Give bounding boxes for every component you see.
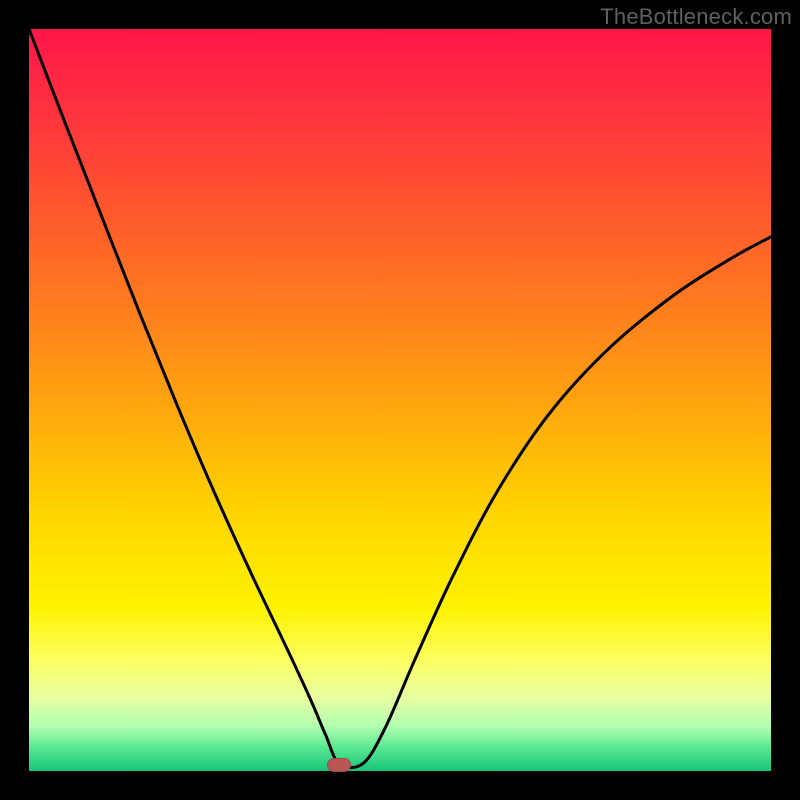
chart-frame: TheBottleneck.com — [0, 0, 800, 800]
watermark-text: TheBottleneck.com — [600, 4, 792, 30]
optimal-marker — [327, 758, 351, 772]
plot-area — [29, 29, 771, 771]
